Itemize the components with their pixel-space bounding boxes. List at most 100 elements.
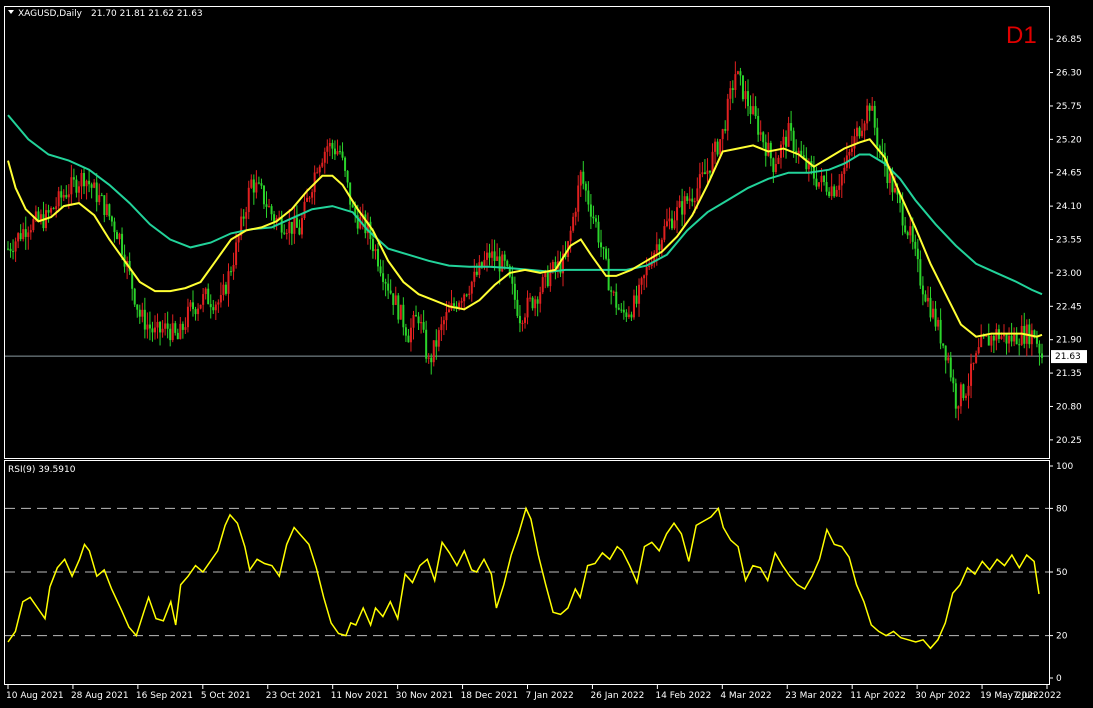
candle-body (888, 173, 891, 184)
candle-body (503, 254, 506, 261)
candle (541, 274, 544, 295)
time-tick-label: 23 Mar 2022 (785, 691, 842, 701)
candle-body (420, 322, 423, 324)
candle-body (204, 288, 207, 295)
candle-body (392, 293, 395, 305)
candle-body (944, 345, 947, 361)
candle-body (232, 264, 235, 272)
candle-body (939, 319, 942, 344)
candle-body (409, 327, 412, 343)
candle-body (959, 384, 962, 407)
candle-body (336, 151, 339, 155)
candle-body (638, 284, 641, 304)
candle-body (217, 302, 220, 305)
price-tick-label: 24.65 (1056, 169, 1082, 179)
candle-body (691, 198, 694, 202)
candle-body (22, 229, 25, 240)
candle-body (868, 105, 871, 111)
candle-body (790, 123, 793, 131)
candle-body (749, 106, 752, 115)
candle-body (371, 239, 374, 252)
candle-body (1018, 344, 1021, 346)
price-tick-label: 25.75 (1056, 102, 1082, 112)
candle-body (985, 335, 988, 337)
candle-body (587, 190, 590, 205)
candle-body (683, 196, 686, 215)
candle-body (597, 221, 600, 243)
candle-body (166, 323, 169, 329)
candle-body (546, 270, 549, 287)
candle-body (270, 206, 273, 215)
candle-body (1008, 335, 1011, 344)
candle-body (47, 210, 50, 213)
candle-body (957, 406, 960, 409)
candle-body (488, 252, 491, 258)
candle-body (333, 148, 336, 155)
candle-body (105, 204, 108, 216)
candle-body (295, 217, 298, 228)
candle-body (954, 383, 957, 409)
last-price-marker: 21.63 (1051, 350, 1087, 364)
candle-body (136, 304, 139, 310)
candle-body (716, 141, 719, 155)
candle-body (785, 136, 788, 147)
symbol-name: XAGUSD,Daily (18, 9, 83, 19)
candle-body (855, 127, 858, 137)
candle-body (27, 232, 30, 237)
candle (399, 304, 402, 320)
candle-body (1005, 333, 1008, 344)
chart-window[interactable]: 26.85 26.30 25.75 25.20 24.65 24.10 23.55 23.00… (0, 0, 1093, 708)
candle-body (658, 244, 661, 250)
rsi-header: RSI(9) 39.5910 (8, 465, 76, 475)
candle-body (582, 171, 585, 184)
candle-body (823, 175, 826, 182)
candle-body (772, 158, 775, 173)
candle-body (506, 260, 509, 267)
candle-body (729, 88, 732, 99)
candle-body (739, 71, 742, 76)
candle-body (820, 175, 823, 183)
price-tick-label: 22.45 (1056, 302, 1082, 312)
candle-body (100, 195, 103, 197)
candle-body (192, 302, 195, 310)
rsi-tick-label: 100 (1056, 462, 1073, 472)
candle-body (437, 330, 440, 347)
candle-body (442, 320, 445, 325)
candle-body (394, 295, 397, 305)
candle-body (90, 184, 93, 188)
candle-body (600, 242, 603, 248)
candle-body (379, 266, 382, 274)
time-tick-label: 18 Dec 2021 (461, 691, 519, 701)
candle-body (214, 304, 217, 311)
candle-body (942, 343, 945, 346)
candle-body (98, 195, 101, 203)
candle-body (539, 292, 542, 304)
price-tick-label: 23.00 (1056, 269, 1082, 279)
candle-body (427, 357, 430, 359)
candle-body (627, 314, 630, 317)
candle (397, 292, 400, 324)
candle-body (876, 127, 879, 146)
candle-body (331, 142, 334, 149)
candle-body (164, 323, 167, 329)
candle-body (311, 192, 314, 198)
candle-body (526, 297, 529, 318)
candle-body (1010, 335, 1013, 342)
candle-body (620, 309, 623, 311)
candle-body (384, 281, 387, 284)
candle-body (952, 377, 955, 384)
candle-body (987, 335, 990, 346)
candle-body (83, 173, 86, 187)
candle-body (498, 256, 501, 272)
candle-body (108, 204, 111, 217)
candle-body (574, 211, 577, 217)
candle-body (830, 186, 833, 197)
candle-body (17, 233, 20, 242)
candle-body (247, 187, 250, 213)
candle-body (67, 194, 70, 198)
candle-body (171, 323, 174, 341)
candle-body (24, 229, 27, 237)
candle-body (977, 347, 980, 354)
candle-body (453, 303, 456, 306)
candle-body (146, 324, 149, 330)
